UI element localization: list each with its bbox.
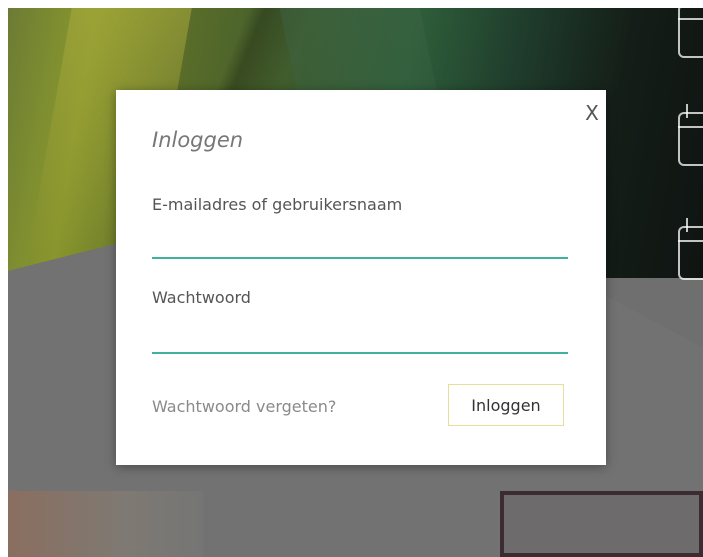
dialog-title: Inloggen	[152, 128, 244, 152]
close-button[interactable]: X	[582, 100, 602, 126]
password-label: Wachtwoord	[152, 288, 251, 307]
calendar-icon	[678, 218, 703, 280]
forgot-password-link[interactable]: Wachtwoord vergeten?	[152, 397, 336, 416]
email-label: E-mailadres of gebruikersnaam	[152, 195, 403, 214]
calendar-icon	[678, 8, 703, 58]
thumbnail-image-left	[8, 491, 203, 557]
calendar-icon	[678, 104, 703, 166]
login-button[interactable]: Inloggen	[448, 384, 564, 426]
email-field[interactable]	[152, 223, 568, 259]
login-dialog: X Inloggen E-mailadres of gebruikersnaam…	[116, 90, 606, 465]
password-field[interactable]	[152, 318, 568, 354]
thumbnail-image-right	[500, 491, 703, 557]
